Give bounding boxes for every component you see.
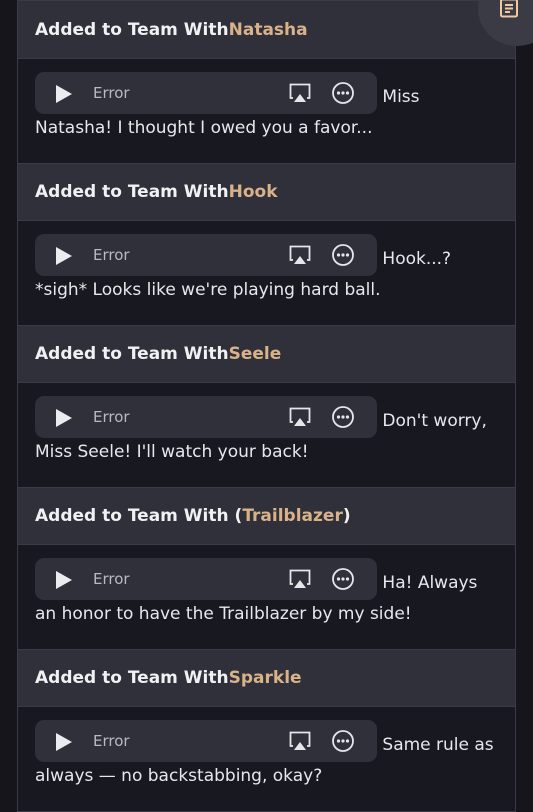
character-name: Sparkle [228, 668, 302, 688]
character-name: Hook [228, 182, 278, 202]
player-status: Error [93, 732, 130, 750]
more-options-icon[interactable] [331, 567, 355, 591]
section-header: Added to Team With Sparkle [18, 650, 515, 707]
section-header: Added to Team With Natasha [18, 1, 515, 59]
header-prefix: Added to Team With [35, 344, 229, 364]
voice-line-section: Added to Team With Natasha Error Miss Na… [17, 0, 516, 164]
section-header: Added to Team With Hook [18, 164, 515, 221]
play-icon[interactable] [56, 733, 72, 751]
audio-player[interactable]: Error [35, 720, 377, 762]
player-status: Error [93, 246, 130, 264]
more-options-icon[interactable] [331, 729, 355, 753]
play-icon[interactable] [56, 85, 72, 103]
audio-player[interactable]: Error [35, 234, 377, 276]
section-body: Error Same rule as always — no backstabb… [18, 707, 515, 811]
section-body: Error Don't worry, Miss Seele! I'll watc… [18, 383, 515, 487]
header-prefix: Added to Team With [35, 182, 229, 202]
header-prefix: Added to Team With ( [35, 506, 243, 526]
airplay-icon[interactable] [288, 82, 312, 104]
header-suffix: ) [342, 506, 351, 526]
airplay-icon[interactable] [288, 244, 312, 266]
airplay-icon[interactable] [288, 406, 312, 428]
character-name: Natasha [228, 19, 308, 40]
voice-line-section: Added to Team With Sparkle Error Same ru… [17, 650, 516, 812]
document-icon [500, 0, 518, 18]
player-status: Error [93, 408, 130, 426]
player-status: Error [93, 570, 130, 588]
more-options-icon[interactable] [331, 405, 355, 429]
section-header: Added to Team With Seele [18, 326, 515, 383]
audio-player[interactable]: Error [35, 396, 377, 438]
section-body: Error Hook...? *sigh* Looks like we're p… [18, 221, 515, 325]
player-status: Error [93, 84, 130, 102]
section-header: Added to Team With (Trailblazer) [18, 488, 515, 545]
section-body: Error Ha! Always an honor to have the Tr… [18, 545, 515, 649]
play-icon[interactable] [56, 571, 72, 589]
header-prefix: Added to Team With [35, 19, 229, 40]
airplay-icon[interactable] [288, 568, 312, 590]
play-icon[interactable] [56, 409, 72, 427]
more-options-icon[interactable] [331, 243, 355, 267]
airplay-icon[interactable] [288, 730, 312, 752]
section-body: Error Miss Natasha! I thought I owed you… [18, 59, 515, 163]
character-name: Seele [228, 344, 282, 364]
header-prefix: Added to Team With [35, 668, 229, 688]
voice-lines-list: Added to Team With Natasha Error Miss Na… [17, 0, 516, 812]
character-name: Trailblazer [242, 506, 343, 526]
more-options-icon[interactable] [331, 81, 355, 105]
voice-line-section: Added to Team With (Trailblazer) Error H… [17, 488, 516, 650]
voice-line-section: Added to Team With Hook Error Hook...? *… [17, 164, 516, 326]
play-icon[interactable] [56, 247, 72, 265]
voice-line-section: Added to Team With Seele Error Don't wor… [17, 326, 516, 488]
audio-player[interactable]: Error [35, 72, 377, 114]
audio-player[interactable]: Error [35, 558, 377, 600]
